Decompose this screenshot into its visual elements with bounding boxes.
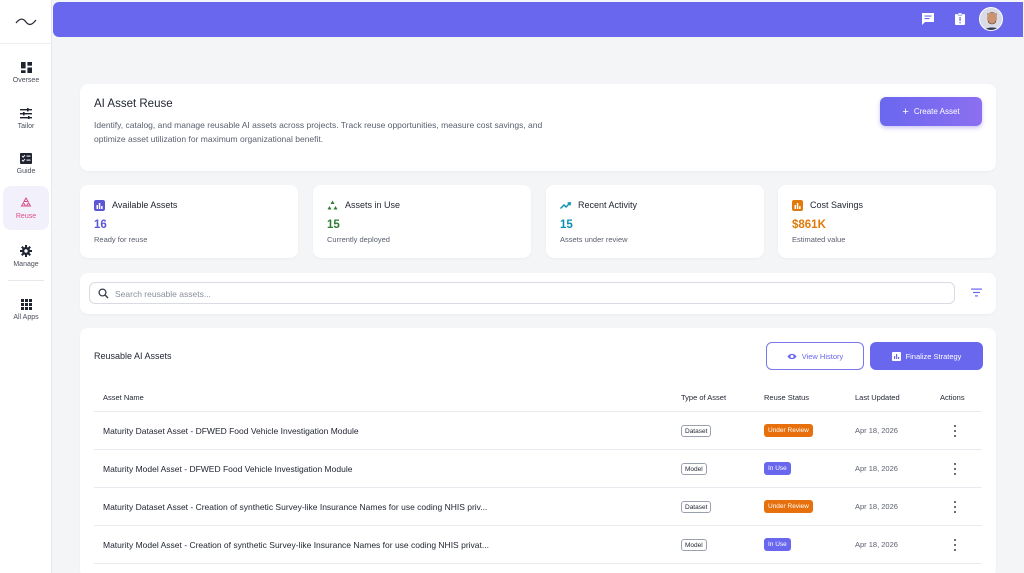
page-header-card: AI Asset Reuse Identify, catalog, and ma… [80,84,996,171]
assets-table-card: Reusable AI Assets View History Finalize… [80,328,996,573]
status-badge: Under Review [764,500,813,513]
row-actions-menu-icon[interactable] [952,500,958,514]
user-avatar[interactable] [979,7,1003,31]
status-badge: Under Review [764,424,813,437]
row-actions-menu-icon[interactable] [952,462,958,476]
asset-type-badge: Dataset [681,425,712,437]
create-asset-button[interactable]: + Create Asset [880,97,982,126]
sidebar-divider [8,280,44,281]
recycle-icon [20,196,32,206]
column-header-actions: Actions [940,393,965,402]
table-header: Asset Name Type of Asset Reuse Status La… [94,386,982,412]
chat-icon[interactable] [921,12,935,26]
asset-name: Maturity Dataset Asset - Creation of syn… [103,502,488,512]
plus-icon: + [902,105,909,118]
table-row[interactable]: Maturity Model Asset - Creation of synth… [94,526,982,564]
asset-name: Maturity Model Asset - Creation of synth… [103,540,489,550]
search-input[interactable] [115,286,935,301]
last-updated: Apr 18, 2026 [855,502,898,511]
finalize-strategy-button[interactable]: Finalize Strategy [870,342,983,370]
trending-up-icon [560,202,571,209]
status-badge: In Use [764,462,791,475]
eye-icon [787,353,797,359]
sidebar-item-manage[interactable]: Manage [3,236,49,276]
sidebar: Oversee Tailor Guide Reuse Manage All Ap… [0,0,52,573]
stat-title: Available Assets [112,200,178,210]
top-bar [53,2,1023,37]
user-photo-icon [980,8,1002,30]
chart-box-icon [891,351,901,361]
row-actions-menu-icon[interactable] [952,424,958,438]
stat-title: Recent Activity [578,200,638,210]
table-title: Reusable AI Assets [94,351,172,361]
last-updated: Apr 18, 2026 [855,540,898,549]
stat-card-assets-in-use: Assets in Use 15 Currently deployed [313,185,531,258]
stat-value: 15 [560,219,573,231]
finalize-strategy-label: Finalize Strategy [905,351,962,361]
stat-card-cost-savings: Cost Savings $861K Estimated value [778,185,996,258]
column-header-asset-name: Asset Name [103,393,144,402]
app-logo[interactable] [0,0,51,44]
asset-name: Maturity Dataset Asset - DFWED Food Vehi… [103,426,359,436]
bar-chart-icon [94,200,105,211]
sidebar-item-label: Reuse [15,212,37,220]
sidebar-item-guide[interactable]: Guide [3,144,49,184]
stat-subtitle: Assets under review [560,235,628,244]
view-history-button[interactable]: View History [766,342,864,370]
last-updated: Apr 18, 2026 [855,426,898,435]
sidebar-item-label: All Apps [13,314,39,321]
stat-value: $861K [792,219,826,231]
stat-card-recent-activity: Recent Activity 15 Assets under review [546,185,764,258]
sidebar-item-reuse[interactable]: Reuse [3,186,49,230]
sidebar-item-label: Manage [13,260,39,268]
table-row[interactable]: Maturity Dataset Asset - Creation of syn… [94,488,982,526]
page-description: Identify, catalog, and manage reusable A… [94,120,543,144]
search-icon [98,288,109,299]
view-history-label: View History [801,351,844,361]
stat-title: Assets in Use [345,200,401,210]
status-badge: In Use [764,538,791,551]
wave-logo-icon [14,17,37,25]
column-header-last-updated: Last Updated [855,393,900,402]
sidebar-item-all-apps[interactable]: All Apps [3,290,49,330]
asset-type-badge: Dataset [681,501,712,513]
stat-title: Cost Savings [810,200,864,210]
column-header-type: Type of Asset [681,393,727,402]
sidebar-item-oversee[interactable]: Oversee [3,53,49,93]
last-updated: Apr 18, 2026 [855,464,898,473]
recycle-icon [327,200,338,210]
stat-value: 16 [94,219,107,231]
table-row[interactable]: Maturity Dataset Asset - DFWED Food Vehi… [94,412,982,450]
table-row[interactable]: Maturity Model Asset - DFWED Food Vehicl… [94,450,982,488]
asset-type-badge: Model [681,539,707,551]
search-box [89,282,955,304]
sliders-icon [20,108,32,119]
stat-subtitle: Estimated value [792,235,846,244]
sidebar-item-label: Tailor [17,123,35,130]
sidebar-item-tailor[interactable]: Tailor [3,99,49,139]
filter-icon[interactable] [971,288,982,297]
stat-card-available-assets: Available Assets 16 Ready for reuse [80,185,298,258]
checklist-icon [20,153,32,164]
search-card [80,273,996,314]
stat-subtitle: Ready for reuse [94,235,148,244]
page-title: AI Asset Reuse [94,98,173,110]
sidebar-item-label: Guide [16,168,36,175]
asset-type-badge: Model [681,463,707,475]
stat-subtitle: Currently deployed [327,235,390,244]
bar-chart-icon [792,200,803,211]
sidebar-item-label: Oversee [12,77,40,84]
gear-icon [20,244,32,257]
dashboard-icon [20,62,32,73]
create-asset-label: Create Asset [913,107,960,116]
stat-value: 15 [327,219,340,231]
column-header-status: Reuse Status [764,393,810,402]
row-actions-menu-icon[interactable] [952,538,958,552]
apps-grid-icon [20,299,32,310]
asset-name: Maturity Model Asset - DFWED Food Vehicl… [103,464,353,474]
clipboard-alert-icon[interactable] [953,12,967,26]
